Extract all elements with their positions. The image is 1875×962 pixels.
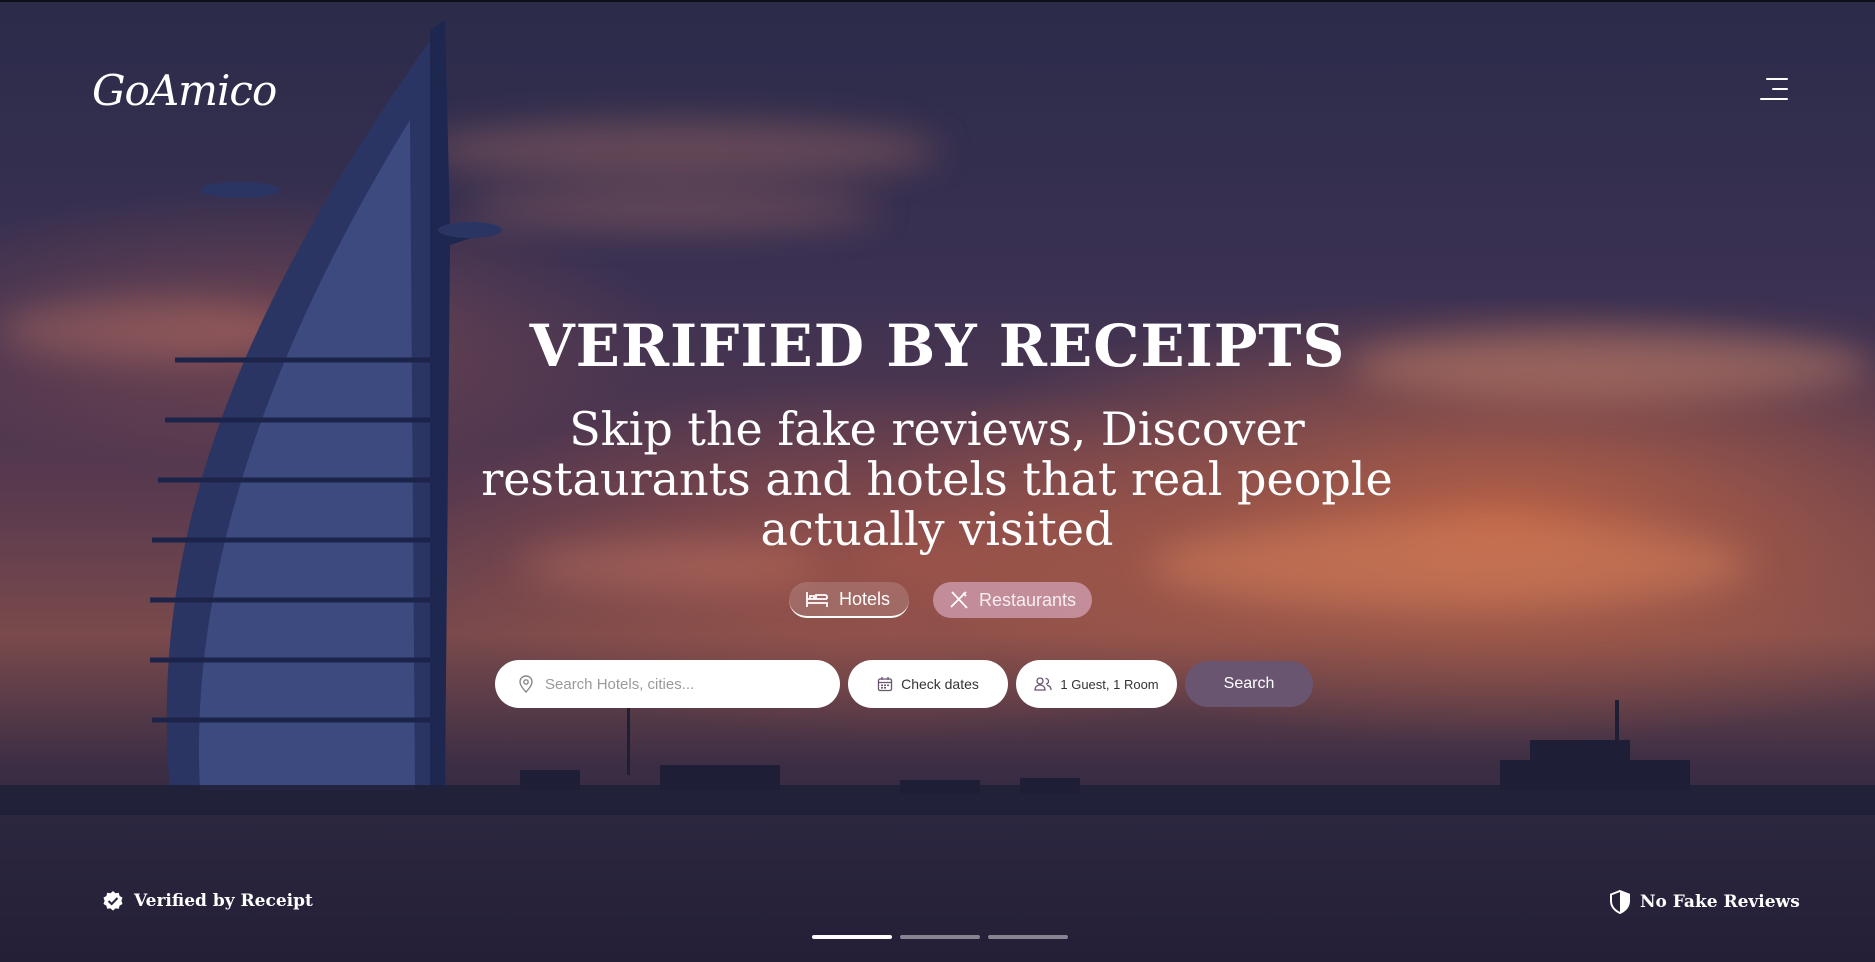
hamburger-menu-icon[interactable] [1760,78,1788,108]
hero-headline: VERIFIED BY RECEIPTS [529,312,1346,380]
tab-hotels-label: Hotels [839,588,891,609]
bed-icon [806,592,828,607]
users-icon [1034,677,1053,691]
location-pin-icon [519,675,533,693]
carousel-dot-2[interactable] [900,935,980,939]
no-fake-reviews-badge: No Fake Reviews [1610,890,1800,914]
tab-hotels[interactable]: Hotels [789,582,909,618]
search-input[interactable] [543,674,827,694]
utensils-icon [950,591,968,609]
check-dates-button[interactable]: Check dates [848,660,1008,708]
search-field[interactable] [495,660,840,708]
check-dates-label: Check dates [901,676,979,692]
guests-rooms-selector[interactable]: 1 Guest, 1 Room [1016,660,1177,708]
shield-icon [1610,890,1630,914]
category-tabs: Hotels Restaurants [789,582,1092,618]
verified-badge: Verified by Receipt [102,890,313,912]
hero-subheadline: Skip the fake reviews, Discover restaura… [481,402,1393,556]
carousel-indicators [812,935,1068,939]
brand-logo[interactable]: GoAmico [92,66,277,115]
search-button[interactable]: Search [1185,661,1313,707]
carousel-dot-3[interactable] [988,935,1068,939]
verified-badge-label: Verified by Receipt [134,891,313,911]
guests-rooms-label: 1 Guest, 1 Room [1060,676,1159,692]
carousel-dot-1[interactable] [812,935,892,939]
calendar-icon [877,677,893,692]
verified-check-icon [103,891,123,911]
no-fake-reviews-label: No Fake Reviews [1640,892,1800,912]
tab-restaurants[interactable]: Restaurants [933,582,1092,618]
tab-restaurants-label: Restaurants [979,589,1077,610]
top-edge [0,0,1875,2]
